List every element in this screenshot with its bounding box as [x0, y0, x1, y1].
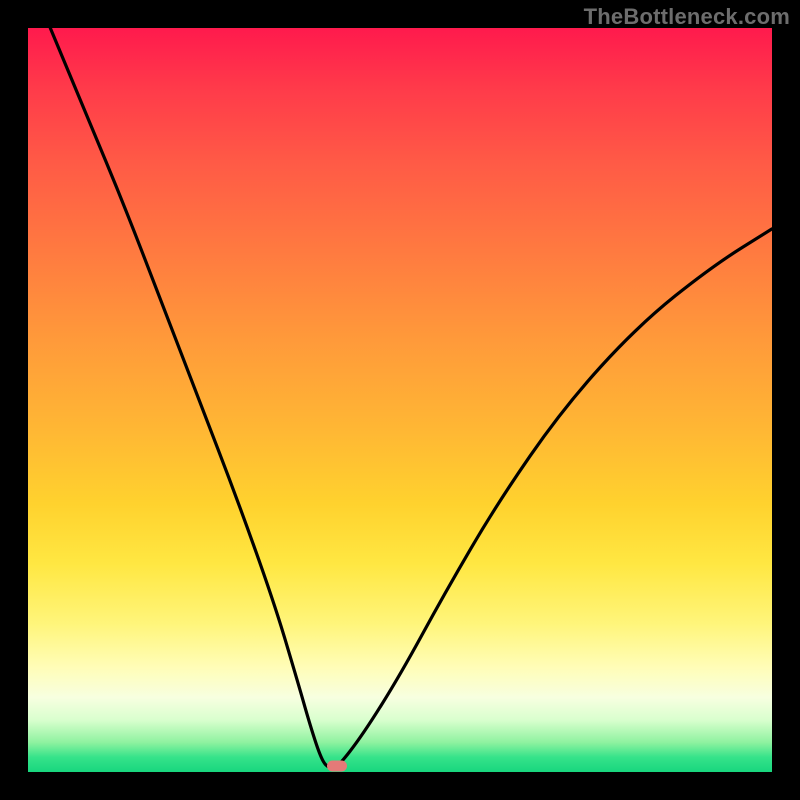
bottleneck-curve-path — [50, 28, 772, 768]
plot-area — [28, 28, 772, 772]
minimum-marker — [327, 761, 347, 772]
curve-svg — [28, 28, 772, 772]
chart-frame — [28, 28, 772, 772]
watermark-text: TheBottleneck.com — [584, 4, 790, 30]
